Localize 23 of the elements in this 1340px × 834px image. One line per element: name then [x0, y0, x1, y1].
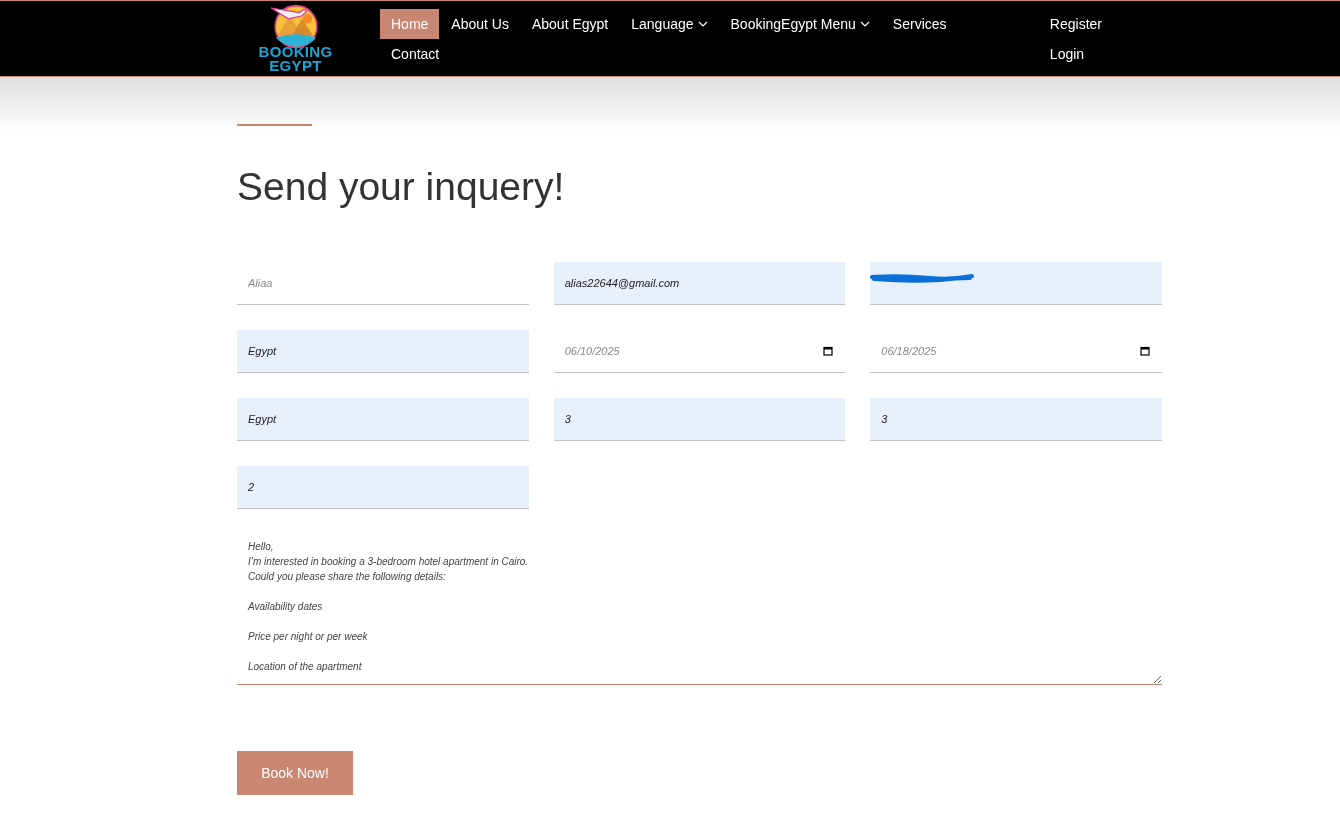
account-link[interactable]: Login	[1038, 39, 1113, 69]
account-link[interactable]: Register	[1038, 9, 1113, 39]
nav-link[interactable]: About Us	[440, 9, 520, 39]
nav-link[interactable]: Contact	[380, 39, 451, 69]
input-field[interactable]: Egypt	[237, 398, 529, 441]
input-field[interactable]: 2	[237, 466, 529, 509]
input-field[interactable]	[870, 262, 1162, 305]
chevron-down-icon	[859, 21, 870, 27]
nav-link[interactable]: About Egypt	[520, 9, 620, 39]
nav-link[interactable]: Services	[881, 9, 958, 39]
logo-text: BOOKING	[258, 45, 333, 59]
input-field[interactable]: 3	[870, 398, 1162, 441]
page-title: Send your inquery!	[237, 164, 566, 210]
nav-link[interactable]: Language	[620, 9, 719, 39]
logo-text: EGYPT	[269, 59, 322, 73]
chevron-down-icon	[697, 21, 708, 27]
input-field[interactable]: 3	[553, 398, 846, 441]
logo[interactable]: BOOKING EGYPT	[254, 1, 337, 83]
input-field[interactable]: alias22644@gmail.com	[553, 262, 846, 305]
calendar-icon[interactable]	[823, 346, 834, 356]
input-field[interactable]: Egypt	[237, 330, 529, 373]
nav-link[interactable]: BookingEgypt Menu	[719, 9, 881, 39]
calendar-icon[interactable]	[1140, 346, 1150, 356]
